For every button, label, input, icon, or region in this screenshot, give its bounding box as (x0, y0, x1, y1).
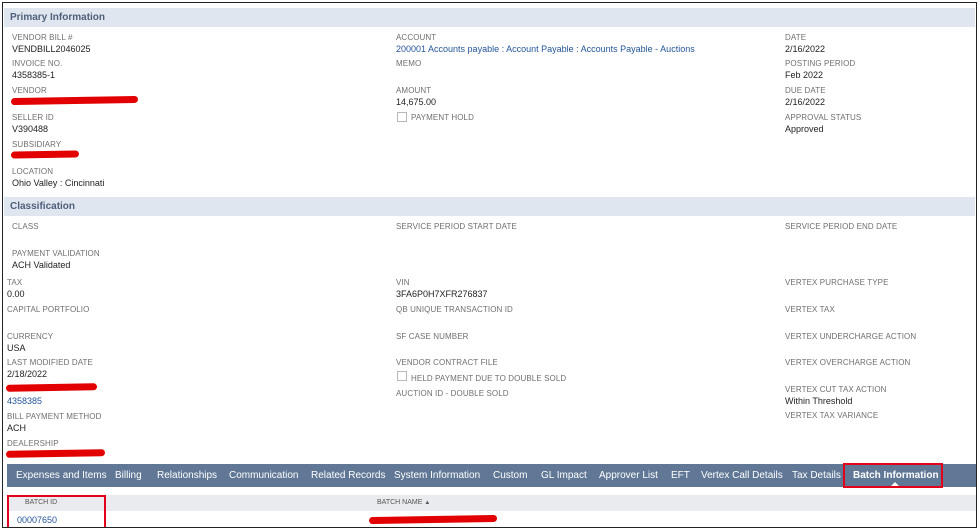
currency-label: CURRENCY (7, 332, 54, 341)
seller-id-value: V390488 (12, 124, 49, 134)
tab-vertex-call-details[interactable]: Vertex Call Details (701, 464, 783, 487)
vendor-bill-record: Primary Information VENDOR BILL # VENDBI… (2, 2, 977, 528)
batch-id-highlight (7, 495, 106, 527)
last-modified-value: 2/18/2022 (7, 369, 48, 379)
payment-hold-label: PAYMENT HOLD (411, 113, 474, 122)
location-value: Ohio Valley : Cincinnati (12, 178, 105, 188)
record-link[interactable]: 4358385 (7, 396, 42, 406)
batch-name-redacted (368, 514, 498, 525)
invoice-value: 4358385-1 (12, 70, 56, 80)
batch-tab-highlight (843, 463, 943, 488)
payment-validation-label: PAYMENT VALIDATION (12, 249, 100, 258)
vendor-label: VENDOR (12, 86, 47, 95)
tab-system-information[interactable]: System Information (394, 464, 480, 487)
tax-value: 0.00 (7, 289, 25, 299)
subsidiary-label: SUBSIDIARY (12, 140, 62, 149)
posting-period-value: Feb 2022 (785, 70, 824, 80)
service-end-label: SERVICE PERIOD END DATE (785, 222, 898, 231)
date-value: 2/16/2022 (785, 44, 826, 54)
tab-tax-details[interactable]: Tax Details (792, 464, 841, 487)
tab-billing[interactable]: Billing (115, 464, 142, 487)
vendor-bill-label: VENDOR BILL # (12, 33, 73, 42)
tab-approver-list[interactable]: Approver List (599, 464, 658, 487)
last-modified-label: LAST MODIFIED DATE (7, 358, 93, 367)
tax-label: TAX (7, 278, 23, 287)
tab-expenses-and-items[interactable]: Expenses and Items (16, 464, 107, 487)
vertex-tax-variance-label: VERTEX TAX VARIANCE (785, 411, 879, 420)
tab-custom[interactable]: Custom (493, 464, 527, 487)
account-link[interactable]: 200001 Accounts payable : Account Payabl… (396, 44, 695, 54)
vendor-bill-value: VENDBILL2046025 (12, 44, 91, 54)
account-label: ACCOUNT (396, 33, 437, 42)
column-batch-name-label: BATCH NAME (377, 499, 423, 506)
held-payment-label: HELD PAYMENT DUE TO DOUBLE SOLD (411, 374, 567, 383)
subsidiary-value-redacted (10, 150, 80, 159)
due-date-value: 2/16/2022 (785, 97, 826, 107)
section-header-classification[interactable]: Classification (4, 197, 975, 216)
capital-portfolio-label: CAPITAL PORTFOLIO (7, 305, 90, 314)
class-label: CLASS (12, 222, 39, 231)
amount-label: AMOUNT (396, 86, 432, 95)
currency-value: USA (7, 343, 26, 353)
dealership-label: DEALERSHIP (7, 439, 59, 448)
sort-ascending-icon: ▲ (424, 500, 431, 506)
seller-id-label: SELLER ID (12, 113, 54, 122)
date-label: DATE (785, 33, 807, 42)
vertex-undercharge-label: VERTEX UNDERCHARGE ACTION (785, 332, 917, 341)
vertex-cut-tax-value: Within Threshold (785, 396, 853, 406)
held-payment-checkbox[interactable] (397, 371, 407, 381)
location-label: LOCATION (12, 167, 54, 176)
subtab-bar: Expenses and Items Billing Relationships… (7, 464, 976, 487)
approval-status-value: Approved (785, 124, 824, 134)
payment-hold-checkbox[interactable] (397, 112, 407, 122)
dealership-value-redacted (5, 449, 106, 458)
memo-label: MEMO (396, 59, 422, 68)
vin-label: VIN (396, 278, 410, 287)
due-date-label: DUE DATE (785, 86, 826, 95)
tab-relationships[interactable]: Relationships (157, 464, 217, 487)
payment-validation-value: ACH Validated (12, 260, 71, 270)
tab-eft[interactable]: EFT (671, 464, 690, 487)
approval-status-label: APPROVAL STATUS (785, 113, 862, 122)
tab-communication[interactable]: Communication (229, 464, 298, 487)
section-header-primary[interactable]: Primary Information (4, 8, 975, 27)
posting-period-label: POSTING PERIOD (785, 59, 856, 68)
tab-gl-impact[interactable]: GL Impact (541, 464, 587, 487)
sf-case-label: SF CASE NUMBER (396, 332, 469, 341)
service-start-label: SERVICE PERIOD START DATE (396, 222, 517, 231)
vertex-purchase-label: VERTEX PURCHASE TYPE (785, 278, 889, 287)
column-batch-name[interactable]: BATCH NAME ▲ (377, 495, 430, 511)
vendor-contract-label: VENDOR CONTRACT FILE (396, 358, 498, 367)
vendor-value-redacted (10, 95, 139, 106)
bill-payment-method-label: BILL PAYMENT METHOD (7, 412, 102, 421)
auction-id-label: AUCTION ID - DOUBLE SOLD (396, 389, 509, 398)
vertex-cut-tax-label: VERTEX CUT TAX ACTION (785, 385, 887, 394)
bill-payment-method-value: ACH (7, 423, 27, 433)
tab-related-records[interactable]: Related Records (311, 464, 385, 487)
invoice-label: INVOICE NO. (12, 59, 63, 68)
batch-table-header: BATCH ID BATCH NAME ▲ (7, 495, 976, 511)
field-label-redacted (5, 383, 98, 392)
amount-value: 14,675.00 (396, 97, 437, 107)
qb-transaction-label: QB UNIQUE TRANSACTION ID (396, 305, 513, 314)
vin-value: 3FA6P0H7XFR276837 (396, 289, 488, 299)
vertex-tax-label: VERTEX TAX (785, 305, 835, 314)
vertex-overcharge-label: VERTEX OVERCHARGE ACTION (785, 358, 911, 367)
